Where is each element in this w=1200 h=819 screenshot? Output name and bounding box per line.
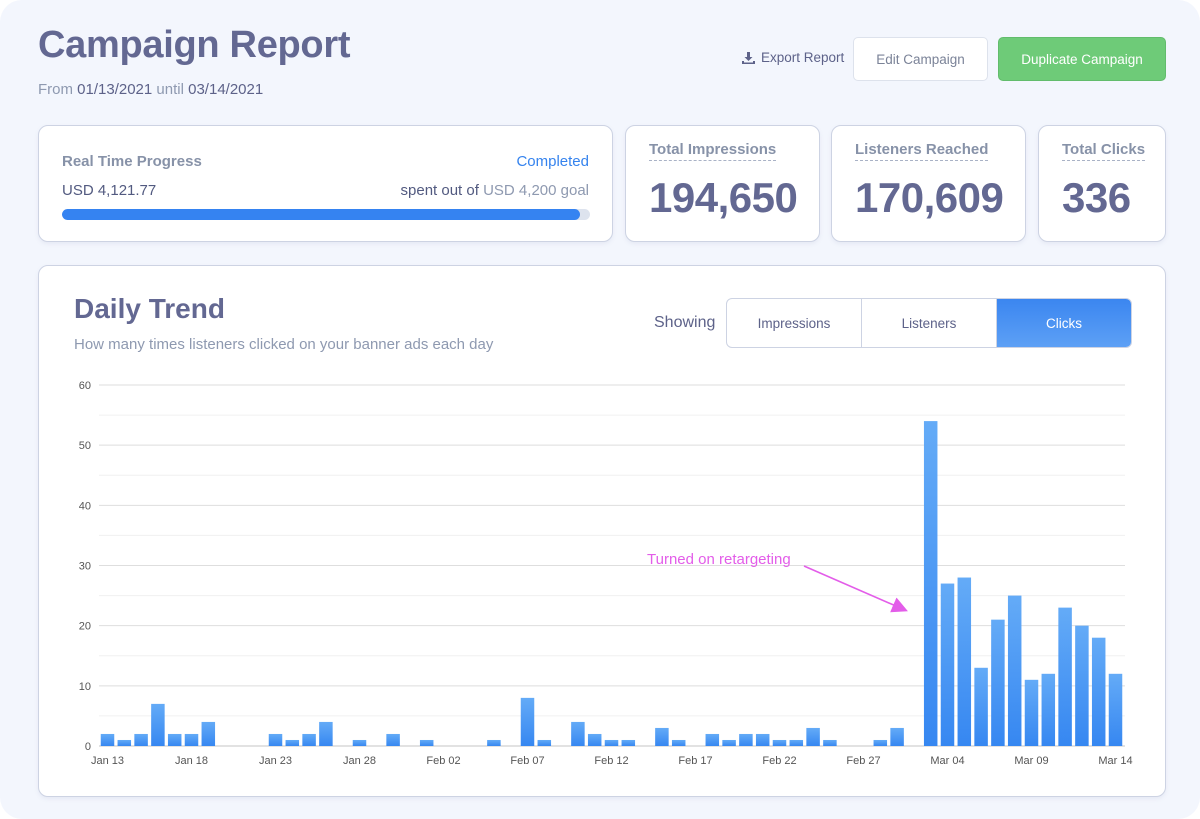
bar-jan-17[interactable] (167, 733, 182, 746)
bar-jan-26[interactable] (319, 721, 333, 746)
bar-feb-01[interactable] (419, 739, 434, 746)
bar-mar-03[interactable] (923, 421, 938, 746)
bar-feb-12[interactable] (604, 739, 619, 746)
bar-jan-14[interactable] (117, 739, 132, 746)
annotation-arrow (803, 565, 908, 613)
y-tick-label: 30 (79, 561, 91, 573)
bar-jan-13[interactable] (100, 733, 115, 746)
y-tick-label: 20 (79, 621, 91, 633)
bar-feb-19[interactable] (722, 739, 736, 746)
bar-feb-10[interactable] (571, 721, 585, 746)
bar-mar-05[interactable] (957, 577, 972, 746)
x-tick-label: Jan 23 (259, 755, 292, 767)
bar-mar-06[interactable] (974, 667, 988, 746)
bar-mar-08[interactable] (1007, 595, 1022, 746)
bar-feb-23[interactable] (789, 739, 804, 746)
bar-mar-12[interactable] (1075, 625, 1089, 746)
bar-jan-23[interactable] (268, 733, 283, 746)
x-tick-label: Mar 09 (1014, 755, 1048, 767)
bar-jan-24[interactable] (285, 739, 300, 746)
x-tick-label: Jan 28 (343, 755, 376, 767)
bar-mar-07[interactable] (991, 619, 1005, 746)
bar-feb-11[interactable] (587, 733, 602, 746)
bar-feb-18[interactable] (705, 733, 720, 746)
bar-jan-19[interactable] (201, 721, 216, 746)
bar-feb-07[interactable] (520, 697, 535, 746)
y-tick-label: 0 (85, 741, 91, 753)
x-tick-label: Mar 14 (1098, 755, 1132, 767)
bar-mar-10[interactable] (1041, 673, 1056, 746)
x-tick-label: Mar 04 (930, 755, 964, 767)
x-tick-label: Feb 27 (846, 755, 880, 767)
daily-trend-chart: 0 10 20 30 40 50 60 Jan 13 Jan 18 Jan 23 Jan 28 Fe… (79, 380, 1133, 767)
bar-jan-25[interactable] (302, 733, 316, 746)
y-tick-label: 10 (79, 681, 91, 693)
bar-mar-04[interactable] (940, 583, 955, 746)
bar-mar-11[interactable] (1058, 607, 1072, 746)
x-tick-label: Feb 12 (594, 755, 628, 767)
bar-feb-25[interactable] (823, 739, 837, 746)
bar-feb-15[interactable] (655, 727, 669, 746)
bar-feb-16[interactable] (671, 739, 686, 746)
x-tick-label: Jan 18 (175, 755, 208, 767)
bar-feb-28[interactable] (873, 739, 888, 746)
bar-feb-22[interactable] (772, 739, 787, 746)
x-tick-label: Feb 02 (426, 755, 460, 767)
y-tick-label: 50 (79, 440, 91, 452)
x-tick-label: Feb 17 (678, 755, 712, 767)
bar-mar-09[interactable] (1024, 679, 1039, 746)
bar-feb-20[interactable] (739, 733, 753, 746)
bar-jan-15[interactable] (134, 733, 148, 746)
bar-feb-24[interactable] (806, 727, 820, 746)
x-tick-label: Jan 13 (91, 755, 124, 767)
campaign-report-page: Campaign Report From 01/13/2021 until 03… (0, 0, 1200, 819)
bar-jan-28[interactable] (352, 739, 367, 746)
bar-feb-08[interactable] (537, 739, 552, 746)
bar-mar-13[interactable] (1091, 637, 1106, 746)
x-tick-label: Feb 22 (762, 755, 796, 767)
y-tick-label: 40 (79, 500, 91, 512)
annotation-label: Turned on retargeting (647, 551, 791, 568)
x-tick-label: Feb 07 (510, 755, 544, 767)
bar-jan-18[interactable] (184, 733, 199, 746)
bar-jan-16[interactable] (151, 703, 165, 746)
bar-feb-05[interactable] (487, 739, 501, 746)
bar-mar-01[interactable] (890, 727, 904, 746)
bar-jan-30[interactable] (386, 733, 400, 746)
bar-feb-21[interactable] (755, 733, 770, 746)
bar-feb-13[interactable] (621, 739, 636, 746)
bar-mar-14[interactable] (1108, 673, 1123, 746)
y-tick-label: 60 (79, 380, 91, 392)
